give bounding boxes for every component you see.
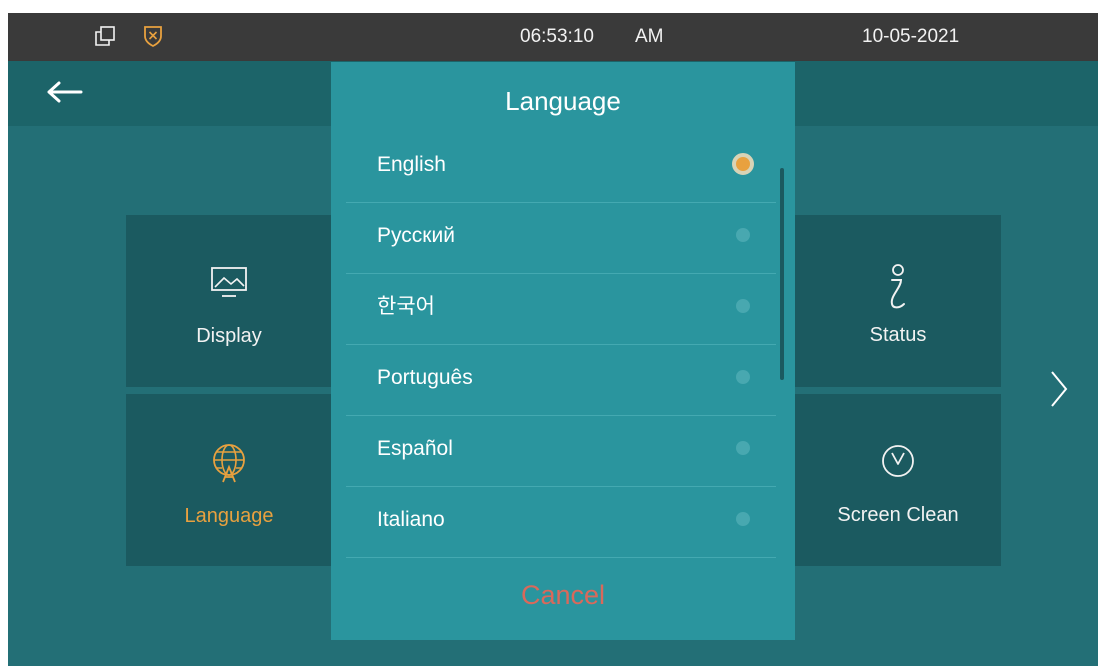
copy-icon (95, 26, 115, 46)
globe-language-icon (213, 444, 245, 483)
monitor-icon (211, 267, 247, 297)
status-date: 10-05-2021 (862, 26, 960, 47)
status-time: 06:53:10 (520, 26, 594, 47)
info-icon (890, 264, 905, 309)
language-label: Português (377, 366, 473, 389)
language-label: Русский (377, 224, 455, 247)
language-option[interactable]: Русский (346, 203, 776, 274)
status-ampm: AM (635, 26, 664, 47)
language-option[interactable]: 한국어 (346, 274, 776, 345)
tile-status-label: Status (869, 324, 927, 346)
radio-unselected[interactable] (736, 512, 750, 526)
tile-language[interactable]: Language (126, 394, 332, 566)
radio-selected[interactable] (732, 153, 754, 175)
tile-screen-clean[interactable]: Screen Clean (795, 394, 1001, 566)
scrollbar[interactable] (780, 168, 784, 380)
tile-display-label: Display (196, 325, 262, 347)
chevron-right-icon[interactable] (1048, 369, 1070, 409)
dialog-title: Language (505, 86, 621, 116)
language-label: Español (377, 437, 453, 460)
language-option[interactable]: Português (346, 345, 776, 416)
timer-icon (882, 445, 914, 477)
language-label: English (377, 153, 446, 176)
language-list: English Русский 한국어 Português Español It… (346, 132, 776, 558)
radio-unselected[interactable] (736, 441, 750, 455)
status-bar: 06:53:10 AM 10-05-2021 (8, 13, 1098, 61)
language-option[interactable]: English (346, 132, 776, 203)
tile-language-label: Language (184, 505, 274, 527)
arrow-left-icon[interactable] (44, 77, 84, 107)
shield-x-icon (144, 26, 162, 48)
language-label: Italiano (377, 508, 445, 531)
radio-unselected[interactable] (736, 299, 750, 313)
radio-unselected[interactable] (736, 370, 750, 384)
language-option[interactable]: Español (346, 416, 776, 487)
language-label: 한국어 (377, 295, 435, 318)
language-option[interactable]: Italiano (346, 487, 776, 558)
tile-screen-clean-label: Screen Clean (837, 504, 959, 526)
cancel-button[interactable]: Cancel (331, 555, 795, 635)
radio-unselected[interactable] (736, 228, 750, 242)
screen: 06:53:10 AM 10-05-2021 Display Language … (8, 13, 1098, 666)
tile-status[interactable]: Status (795, 215, 1001, 387)
language-dialog: Language English Русский 한국어 Português E… (331, 62, 795, 640)
tile-display[interactable]: Display (126, 215, 332, 387)
